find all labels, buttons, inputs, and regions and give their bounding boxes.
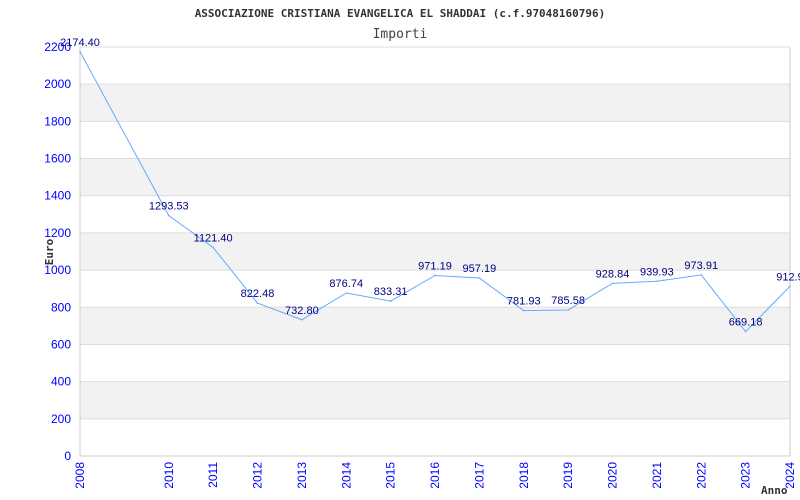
x-tick-label: 2011 xyxy=(206,462,220,488)
data-label: 928.84 xyxy=(596,268,630,280)
data-label: 2174.40 xyxy=(60,37,100,49)
grid-band xyxy=(80,84,790,122)
data-point xyxy=(434,274,436,277)
data-label: 1121.40 xyxy=(194,233,233,245)
x-tick-label: 2015 xyxy=(384,462,398,489)
data-label: 973.91 xyxy=(684,260,718,272)
x-tick-label: 2012 xyxy=(251,462,265,489)
grid-band xyxy=(80,121,790,159)
data-point xyxy=(212,246,214,249)
data-point xyxy=(522,309,525,312)
grid-band xyxy=(80,344,790,382)
data-point xyxy=(789,285,791,288)
grid-band xyxy=(80,158,790,196)
data-label: 785.58 xyxy=(551,295,585,307)
x-tick-label: 2023 xyxy=(739,462,753,489)
y-tick-label: 200 xyxy=(51,412,71,426)
grid-band xyxy=(80,418,790,456)
data-label: 957.19 xyxy=(463,263,497,275)
grid-band xyxy=(80,47,790,85)
x-tick-label: 2019 xyxy=(561,462,575,489)
data-point xyxy=(79,50,81,53)
line-chart: ASSOCIAZIONE CRISTIANA EVANGELICA EL SHA… xyxy=(43,7,800,497)
x-tick-label: 2016 xyxy=(428,462,442,489)
grid-band xyxy=(80,307,790,345)
x-tick-label: 2020 xyxy=(606,462,620,489)
y-axis-label: Euro xyxy=(43,238,56,265)
y-tick-label: 1200 xyxy=(44,226,71,240)
chart-subtitle: Importi xyxy=(373,27,428,42)
data-label: 732.80 xyxy=(285,305,319,317)
x-tick-label: 2010 xyxy=(162,462,176,489)
x-tick-label: 2008 xyxy=(73,462,87,489)
y-tick-label: 800 xyxy=(51,300,71,314)
data-point xyxy=(700,274,703,276)
x-tick-label: 2014 xyxy=(339,462,353,489)
data-point xyxy=(567,309,569,311)
data-point xyxy=(611,282,614,285)
data-point xyxy=(301,318,303,321)
x-tick-label: 2017 xyxy=(472,462,486,489)
x-tick-label: 2021 xyxy=(650,462,664,489)
data-label: 833.31 xyxy=(374,286,408,298)
x-tick-label: 2013 xyxy=(295,462,309,489)
data-point xyxy=(478,277,481,279)
data-point xyxy=(744,330,747,333)
y-tick-label: 400 xyxy=(51,375,71,389)
grid-band xyxy=(80,381,790,419)
y-tick-label: 600 xyxy=(51,337,71,351)
x-tick-label: 2018 xyxy=(517,462,531,489)
y-tick-label: 2000 xyxy=(44,77,71,91)
data-label: 669.18 xyxy=(729,317,763,329)
data-label: 939.93 xyxy=(640,266,674,278)
data-label: 781.93 xyxy=(507,296,541,308)
y-tick-label: 1800 xyxy=(44,114,71,128)
data-label: 971.19 xyxy=(418,260,452,272)
data-point xyxy=(256,302,259,304)
y-tick-label: 0 xyxy=(64,449,71,463)
data-point xyxy=(389,300,392,302)
x-axis-label: Anno xyxy=(761,484,788,497)
data-point xyxy=(345,292,348,294)
y-tick-label: 1600 xyxy=(44,152,71,166)
y-tick-label: 1400 xyxy=(44,189,71,203)
data-label: 876.74 xyxy=(329,278,363,290)
data-point xyxy=(656,280,658,283)
data-label: 1293.53 xyxy=(149,201,189,213)
chart-title: ASSOCIAZIONE CRISTIANA EVANGELICA EL SHA… xyxy=(195,7,606,20)
data-label: 822.48 xyxy=(241,288,275,300)
data-point xyxy=(167,214,170,217)
data-label: 912.9 xyxy=(776,271,800,283)
x-tick-label: 2022 xyxy=(694,462,708,489)
